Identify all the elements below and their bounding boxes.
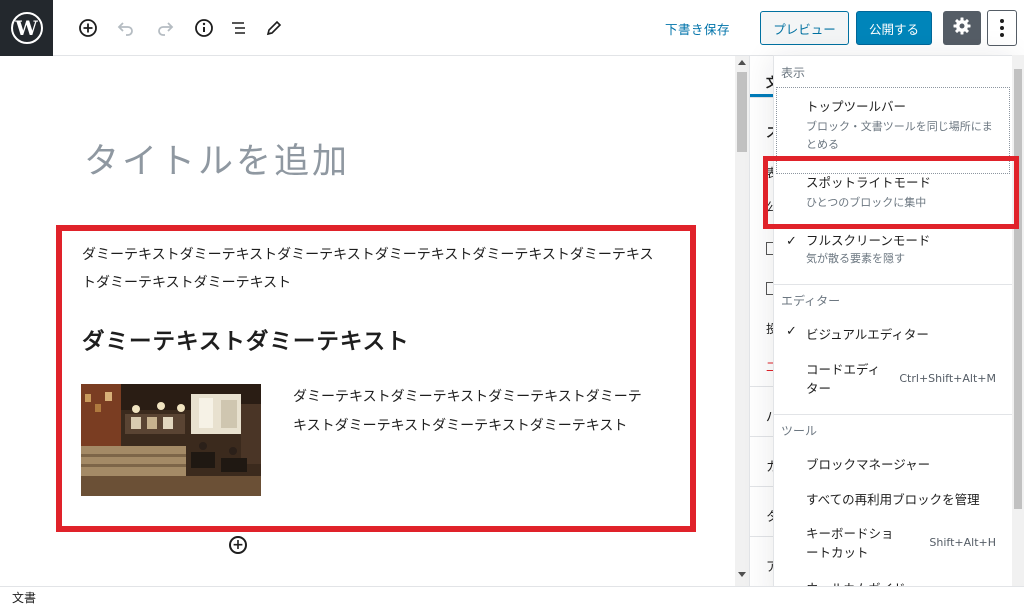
scroll-up-arrow-icon[interactable] (738, 60, 746, 65)
keyboard-shortcut: Ctrl+Shift+Alt+M (899, 372, 996, 385)
save-draft-button[interactable]: 下書き保存 (665, 19, 730, 38)
add-block-icon[interactable] (74, 14, 102, 42)
scroll-down-arrow-icon[interactable] (738, 572, 746, 577)
undo-icon[interactable] (112, 14, 140, 42)
menu-item-block-manager[interactable]: ブロックマネージャー (774, 454, 1012, 478)
editor-canvas: タイトルを追加 ダミーテキストダミーテキストダミーテキストダミーテキストダミーテ… (0, 56, 735, 586)
more-vertical-icon (1000, 19, 1004, 23)
menu-item-description: ブロック・文書ツールを同じ場所にまとめる (806, 120, 993, 151)
scrollbar-thumb[interactable] (1014, 69, 1022, 509)
info-icon[interactable] (190, 14, 218, 42)
highlight-frame-spotlight (763, 156, 1019, 229)
menu-item-top-toolbar[interactable]: トップツールバー ブロック・文書ツールを同じ場所にまとめる (774, 94, 1012, 154)
menu-item-fullscreen-mode[interactable]: ✓ フルスクリーンモード 気が散る要素を隠す (774, 228, 1012, 272)
menu-divider (774, 414, 1012, 415)
menu-divider (774, 284, 1012, 285)
post-title-input[interactable]: タイトルを追加 (84, 133, 350, 184)
menu-item-description: 気が散る要素を隠す (806, 252, 905, 265)
menu-group-tools-label: ツール (781, 424, 818, 438)
menu-group-editor-label: エディター (781, 294, 841, 308)
keyboard-shortcut: Shift+Alt+H (929, 536, 996, 549)
inline-add-block-icon[interactable]: + (229, 536, 247, 554)
block-breadcrumb-bar: 文書 (0, 586, 1024, 605)
menu-item-label: トップツールバー (806, 99, 907, 114)
breadcrumb-document[interactable]: 文書 (12, 589, 36, 605)
menu-item-label: フルスクリーンモード (806, 233, 931, 248)
canvas-scrollbar[interactable] (735, 56, 749, 586)
checkmark-icon: ✓ (786, 234, 797, 249)
menu-item-visual-editor[interactable]: ✓ ビジュアルエディター (774, 324, 1012, 348)
more-tools-button[interactable] (987, 10, 1017, 46)
editor-header: W 下書き保存 プレビュー 公開する (0, 0, 1024, 56)
menu-item-code-editor[interactable]: コードエディター Ctrl+Shift+Alt+M (774, 358, 1012, 402)
menu-item-label: すべての再利用ブロックを管理 (806, 492, 980, 507)
scrollbar-thumb[interactable] (737, 72, 747, 152)
checkmark-icon: ✓ (786, 324, 797, 339)
menu-item-label: キーボードショートカット (806, 526, 894, 560)
menu-item-label: ビジュアルエディター (806, 327, 929, 342)
publish-button[interactable]: 公開する (856, 11, 932, 45)
settings-button[interactable] (943, 11, 981, 45)
highlight-frame-content (56, 225, 696, 532)
redo-icon[interactable] (151, 14, 179, 42)
menu-item-label: コードエディター (806, 362, 881, 396)
wordpress-logo-button[interactable]: W (0, 0, 53, 56)
wordpress-logo-icon: W (10, 12, 43, 44)
preview-button[interactable]: プレビュー (760, 11, 849, 45)
menu-scrollbar[interactable] (1012, 55, 1024, 605)
tools-pencil-icon[interactable] (260, 14, 288, 42)
more-tools-menu: 表示 トップツールバー ブロック・文書ツールを同じ場所にまとめる スポットライト… (773, 55, 1013, 605)
menu-item-label: ブロックマネージャー (806, 457, 931, 472)
menu-group-view-label: 表示 (781, 66, 806, 80)
list-view-icon[interactable] (225, 14, 253, 42)
menu-item-keyboard-shortcuts[interactable]: キーボードショートカット Shift+Alt+H (774, 522, 1012, 566)
gear-icon (952, 16, 972, 40)
menu-item-manage-reusable-blocks[interactable]: すべての再利用ブロックを管理 (774, 489, 1012, 513)
